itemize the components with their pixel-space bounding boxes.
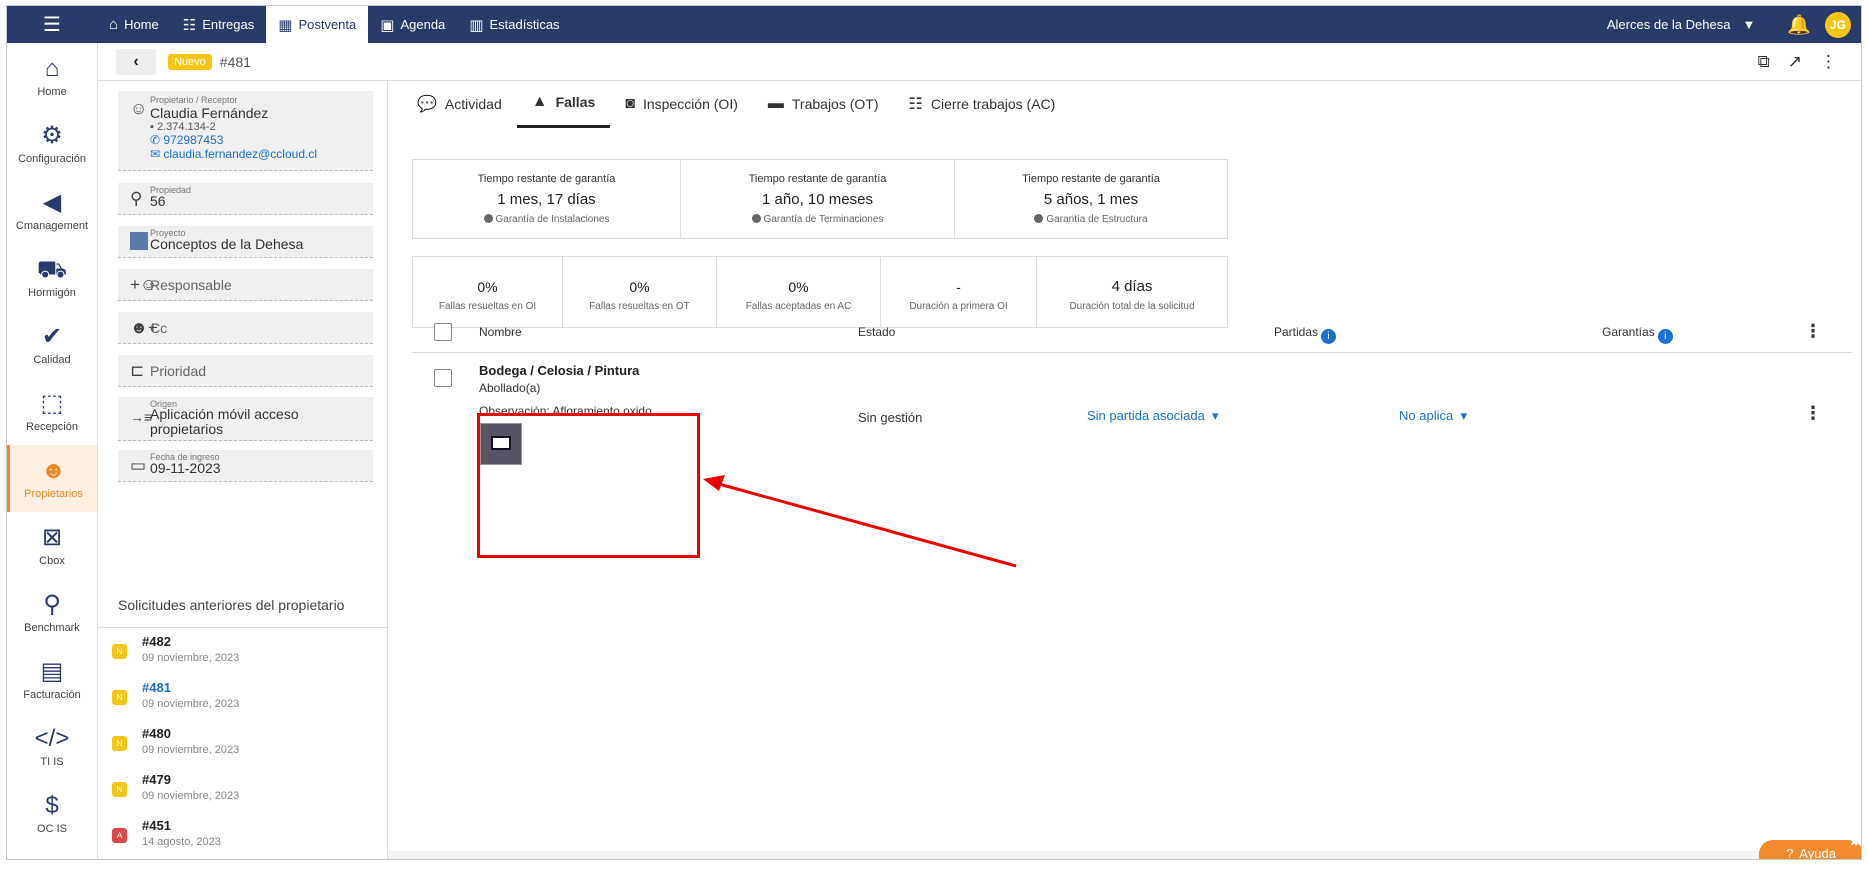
help-button[interactable]: ? Ayuda ✖ (1759, 837, 1861, 860)
arrow-line (718, 482, 1017, 568)
question-icon: ? (1786, 845, 1794, 860)
arrow-head (703, 475, 725, 491)
annotation-arrow (703, 475, 1017, 568)
help-label: Ayuda (1799, 845, 1836, 860)
app-window: ☰ ⌂ Home ☷ Entregas ▦ Postventa ▣ Agenda… (6, 5, 1862, 860)
close-icon[interactable]: ✖ (1850, 836, 1859, 849)
